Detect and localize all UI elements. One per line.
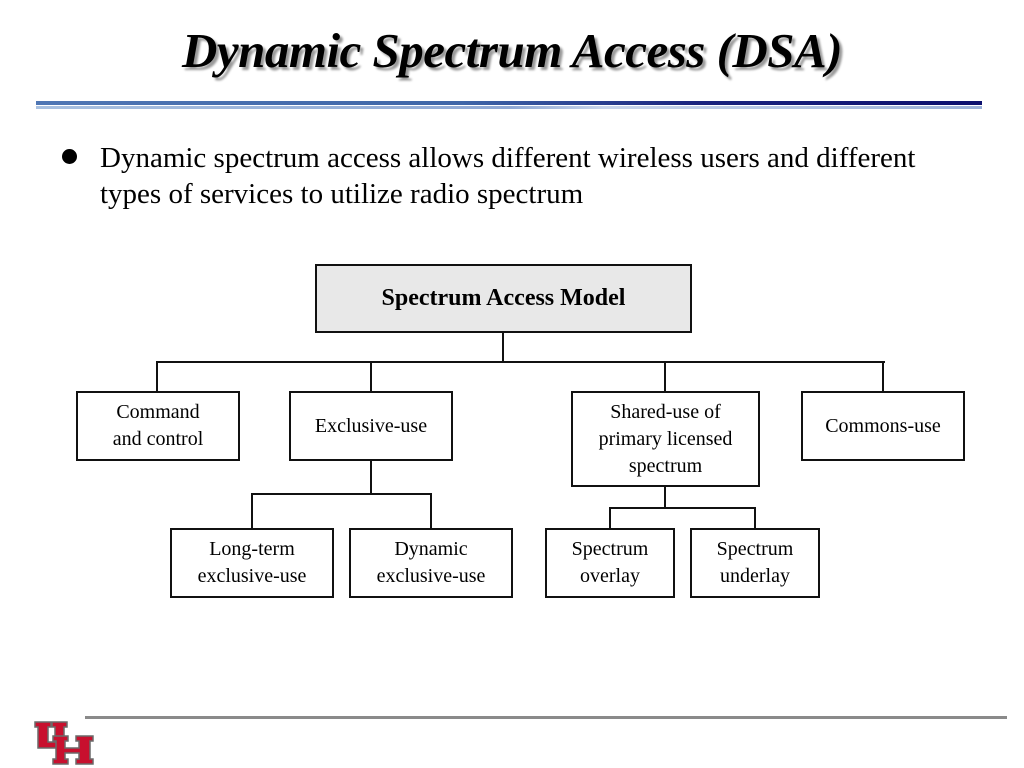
title-divider [36,101,982,110]
connector-to-long-term [251,493,253,529]
node-dynamic-exclusive-use: Dynamic exclusive-use [349,528,513,598]
connector-root-down [502,333,504,363]
node-exclusive-use: Exclusive-use [289,391,453,461]
connector-to-overlay [609,507,611,529]
connector-exclusive-down [370,461,372,495]
connector-to-dynamic [430,493,432,529]
bullet-dot-icon [62,149,77,164]
footer-divider [85,716,1007,719]
node-commons-use: Commons-use [801,391,965,461]
node-command-and-control: Command and control [76,391,240,461]
node-spectrum-overlay: Spectrum overlay [545,528,675,598]
connector-level1-bus [156,361,885,363]
node-long-term-exclusive-use: Long-term exclusive-use [170,528,334,598]
node-shared-use: Shared-use of primary licensed spectrum [571,391,760,487]
connector-to-exclusive [370,361,372,392]
bullet-text: Dynamic spectrum access allows different… [100,142,916,210]
uh-logo-icon [34,721,94,765]
connector-exclusive-bus [251,493,432,495]
connector-to-shared [664,361,666,392]
connector-to-commons [882,361,884,392]
slide-title: Dynamic Spectrum Access (DSA) [181,23,843,78]
node-spectrum-underlay: Spectrum underlay [690,528,820,598]
connector-shared-down [664,487,666,509]
connector-shared-bus [609,507,756,509]
node-spectrum-access-model: Spectrum Access Model [315,264,692,333]
connector-to-underlay [754,507,756,529]
connector-to-command [156,361,158,392]
